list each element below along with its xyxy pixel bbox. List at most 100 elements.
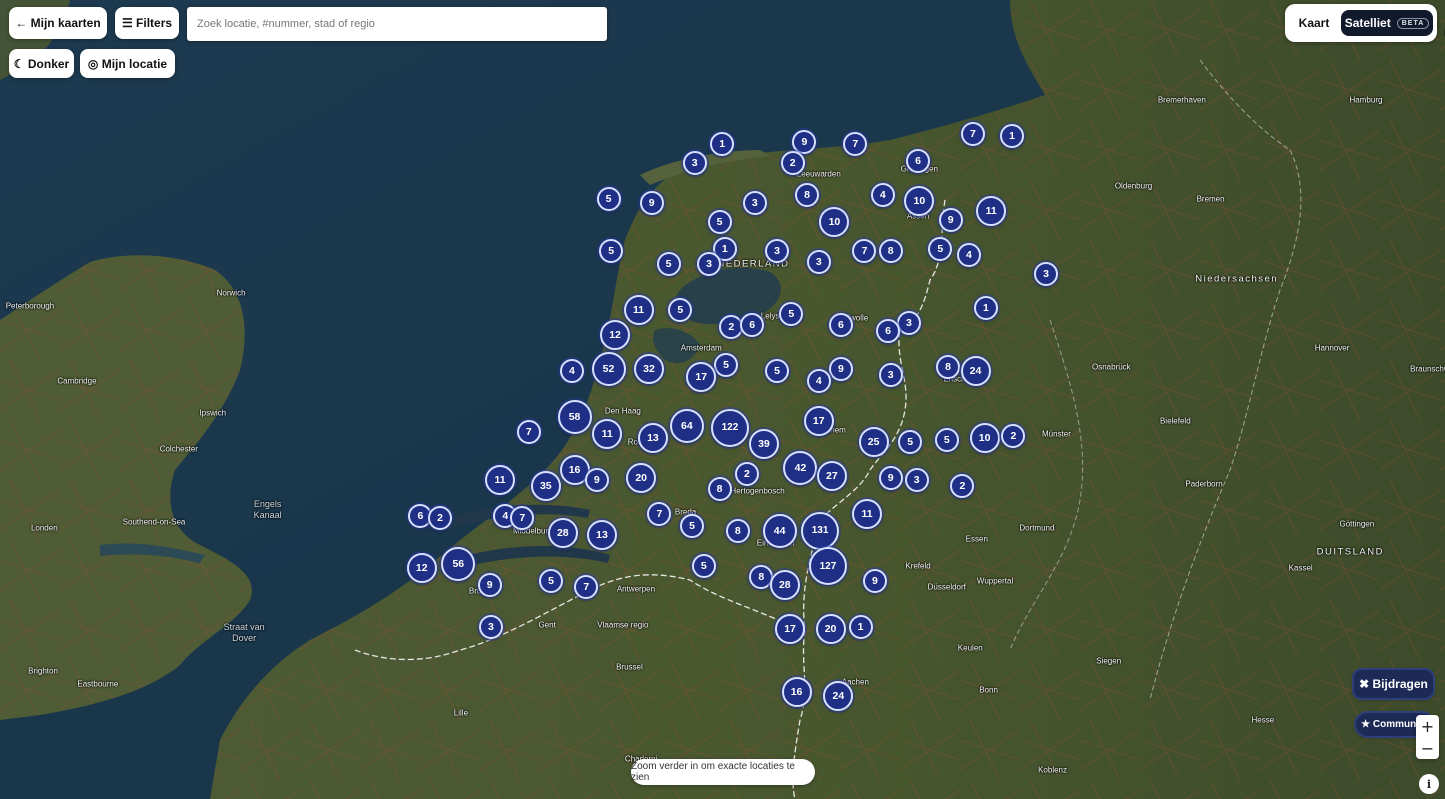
- location-cluster[interactable]: 8: [795, 182, 820, 207]
- location-cluster[interactable]: 3: [764, 239, 789, 264]
- map-layer-button[interactable]: Kaart: [1289, 10, 1339, 36]
- satellite-layer-button[interactable]: Satelliet BETA: [1341, 10, 1433, 36]
- location-cluster[interactable]: 6: [875, 319, 900, 343]
- zoom-in-button[interactable]: +: [1416, 715, 1439, 737]
- location-cluster[interactable]: 8: [878, 239, 903, 264]
- location-cluster[interactable]: 11: [976, 196, 1007, 227]
- my-location-button[interactable]: ◎ Mijn locatie: [80, 49, 175, 78]
- location-cluster[interactable]: 1: [1000, 123, 1025, 148]
- location-cluster[interactable]: 16: [781, 677, 812, 708]
- location-cluster[interactable]: 4: [559, 358, 584, 383]
- location-cluster[interactable]: 28: [769, 570, 800, 601]
- location-cluster[interactable]: 35: [530, 471, 561, 502]
- location-cluster[interactable]: 5: [928, 237, 953, 262]
- location-cluster[interactable]: 11: [485, 465, 516, 496]
- location-cluster[interactable]: 3: [904, 468, 929, 493]
- location-cluster[interactable]: 9: [792, 130, 817, 154]
- location-cluster[interactable]: 8: [725, 518, 750, 543]
- location-cluster[interactable]: 2: [950, 474, 975, 499]
- location-cluster[interactable]: 44: [762, 513, 797, 548]
- location-cluster[interactable]: 5: [668, 298, 693, 322]
- zoom-out-button[interactable]: −: [1416, 737, 1439, 759]
- location-cluster[interactable]: 3: [878, 363, 903, 388]
- location-cluster[interactable]: 12: [600, 320, 631, 351]
- location-cluster[interactable]: 17: [775, 614, 806, 645]
- location-cluster[interactable]: 7: [843, 132, 868, 157]
- location-cluster[interactable]: 25: [858, 427, 889, 458]
- location-cluster[interactable]: 42: [783, 450, 818, 485]
- location-search[interactable]: [187, 7, 607, 41]
- location-cluster[interactable]: 5: [599, 239, 624, 264]
- location-cluster[interactable]: 13: [586, 519, 617, 550]
- filters-button[interactable]: ☰ Filters: [115, 7, 179, 39]
- location-cluster[interactable]: 127: [808, 547, 847, 586]
- location-cluster[interactable]: 5: [898, 430, 923, 455]
- location-cluster[interactable]: 5: [680, 514, 705, 539]
- location-cluster[interactable]: 5: [779, 302, 804, 327]
- location-cluster[interactable]: 20: [815, 614, 846, 645]
- location-cluster[interactable]: 5: [596, 186, 621, 211]
- location-cluster[interactable]: 11: [623, 295, 654, 325]
- location-cluster[interactable]: 2: [1001, 424, 1026, 448]
- location-cluster[interactable]: 3: [682, 151, 707, 175]
- location-cluster[interactable]: 7: [852, 239, 877, 264]
- location-cluster[interactable]: 24: [960, 355, 991, 386]
- location-cluster[interactable]: 32: [634, 353, 664, 384]
- location-cluster[interactable]: 11: [592, 418, 623, 449]
- location-cluster[interactable]: 7: [647, 501, 672, 526]
- location-cluster[interactable]: 6: [740, 312, 765, 337]
- location-cluster[interactable]: 8: [707, 476, 732, 501]
- location-cluster[interactable]: 20: [626, 463, 657, 493]
- location-cluster[interactable]: 3: [478, 615, 503, 640]
- location-cluster[interactable]: 58: [557, 400, 592, 435]
- location-cluster[interactable]: 1: [848, 615, 873, 640]
- location-cluster[interactable]: 3: [697, 251, 722, 276]
- location-cluster[interactable]: 9: [938, 207, 963, 232]
- location-cluster[interactable]: 3: [742, 190, 767, 215]
- location-cluster[interactable]: 27: [816, 460, 847, 491]
- location-cluster[interactable]: 9: [878, 466, 903, 490]
- location-cluster[interactable]: 11: [852, 498, 883, 529]
- location-cluster[interactable]: 7: [574, 575, 599, 600]
- location-cluster[interactable]: 6: [828, 312, 853, 337]
- location-cluster[interactable]: 17: [686, 362, 717, 393]
- location-cluster[interactable]: 64: [669, 408, 704, 443]
- location-cluster[interactable]: 8: [936, 354, 961, 379]
- location-cluster[interactable]: 10: [819, 206, 850, 237]
- location-cluster[interactable]: 5: [764, 358, 789, 383]
- location-cluster[interactable]: 4: [956, 243, 981, 268]
- location-cluster[interactable]: 5: [707, 209, 732, 234]
- location-cluster[interactable]: 1: [973, 295, 998, 320]
- location-cluster[interactable]: 9: [477, 573, 502, 598]
- location-cluster[interactable]: 28: [547, 517, 578, 548]
- location-cluster[interactable]: 2: [428, 505, 453, 530]
- info-button[interactable]: i: [1419, 774, 1439, 794]
- location-cluster[interactable]: 2: [780, 151, 805, 175]
- location-cluster[interactable]: 10: [904, 185, 935, 216]
- location-cluster[interactable]: 7: [516, 419, 541, 444]
- location-cluster[interactable]: 9: [584, 468, 609, 493]
- location-cluster[interactable]: 122: [710, 408, 749, 447]
- location-cluster[interactable]: 10: [969, 423, 1000, 454]
- back-to-my-maps-button[interactable]: ← Mijn kaarten: [9, 7, 107, 39]
- search-input[interactable]: [187, 7, 607, 41]
- location-cluster[interactable]: 2: [734, 461, 759, 486]
- contribute-button[interactable]: ✖ Bijdragen: [1354, 670, 1433, 698]
- location-cluster[interactable]: 24: [823, 681, 854, 712]
- location-cluster[interactable]: 4: [870, 182, 895, 207]
- location-cluster[interactable]: 5: [714, 352, 739, 377]
- location-cluster[interactable]: 9: [639, 190, 664, 215]
- dark-mode-button[interactable]: ☾ Donker: [9, 49, 74, 78]
- location-cluster[interactable]: 3: [1034, 262, 1059, 287]
- location-cluster[interactable]: 4: [806, 369, 831, 394]
- location-cluster[interactable]: 5: [656, 251, 681, 276]
- location-cluster[interactable]: 9: [862, 568, 887, 593]
- location-cluster[interactable]: 17: [803, 406, 834, 437]
- location-cluster[interactable]: 1: [710, 132, 735, 157]
- location-cluster[interactable]: 52: [591, 351, 626, 386]
- location-cluster[interactable]: 3: [896, 310, 921, 335]
- location-cluster[interactable]: 7: [960, 121, 985, 146]
- location-cluster[interactable]: 131: [801, 511, 840, 550]
- location-cluster[interactable]: 39: [748, 429, 779, 460]
- location-cluster[interactable]: 13: [637, 423, 668, 454]
